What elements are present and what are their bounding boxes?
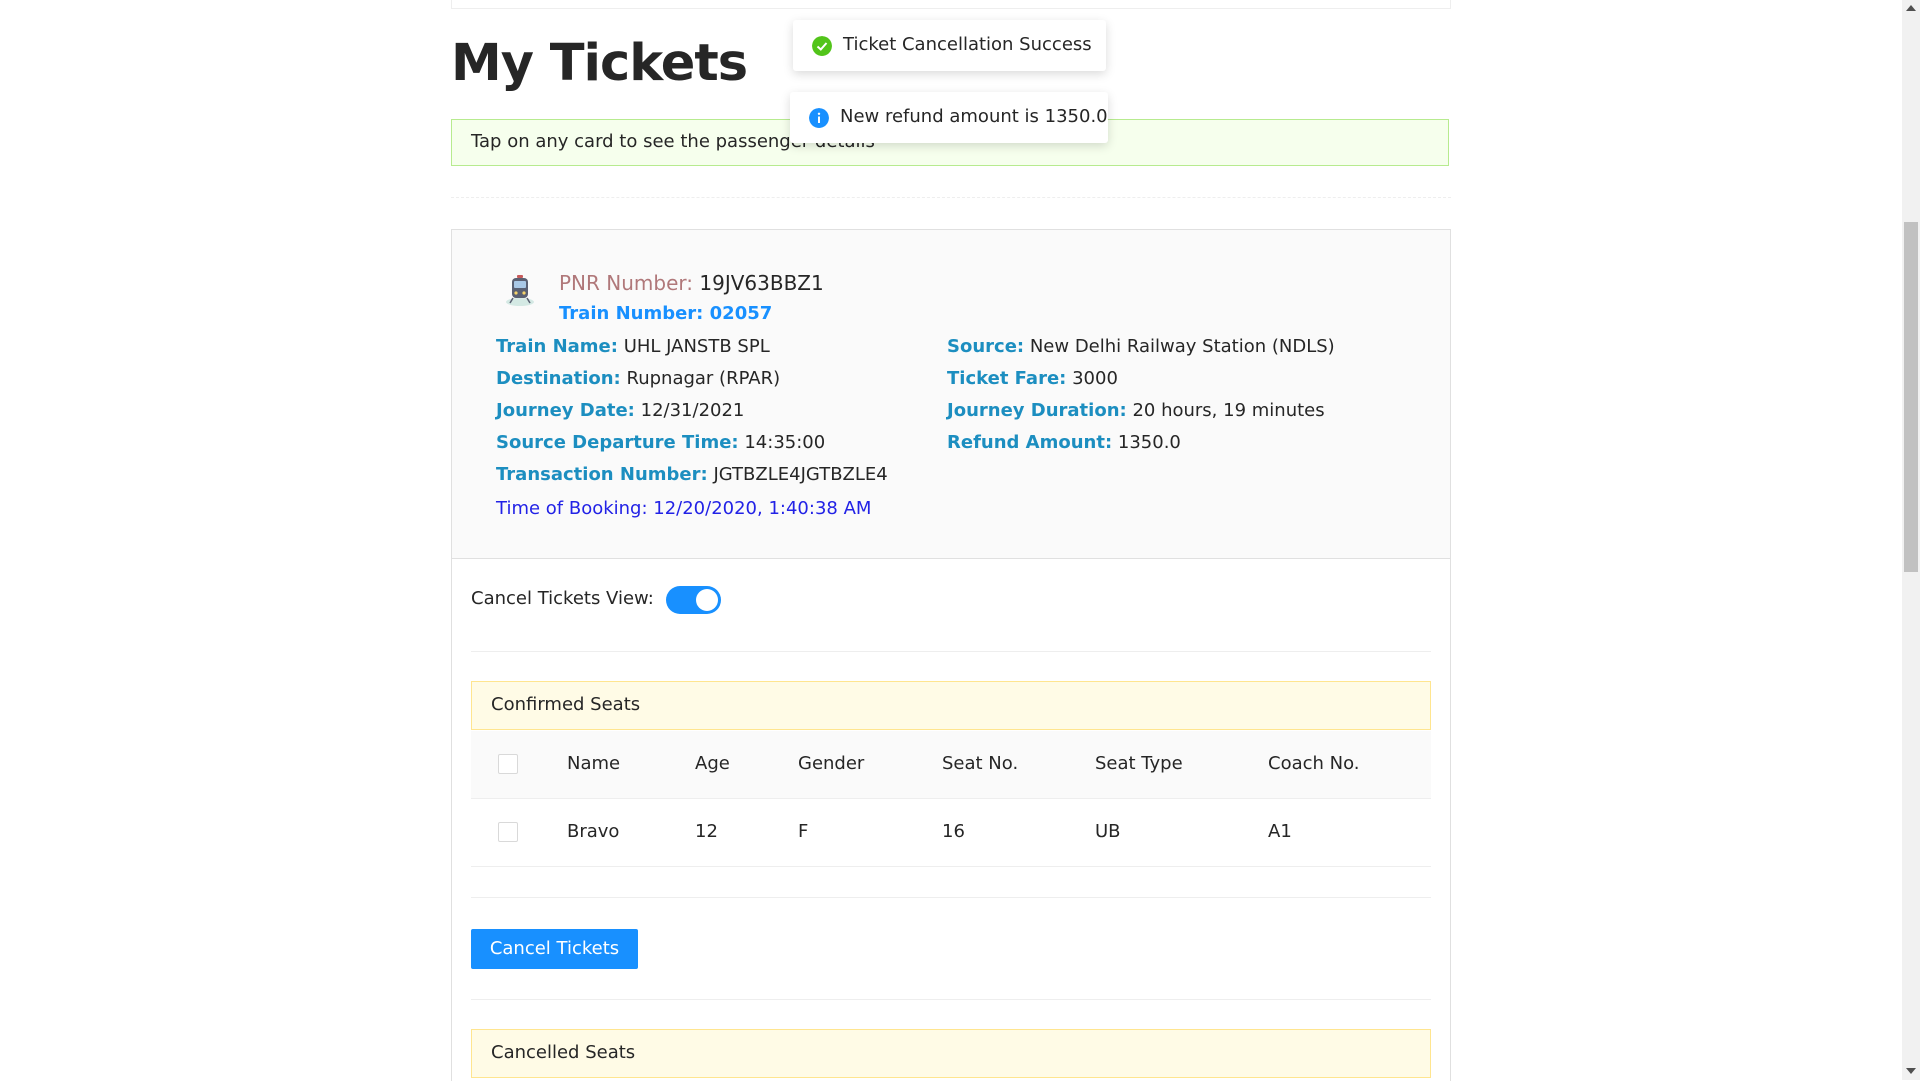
passenger-age: 12 — [695, 821, 718, 842]
column-header-seat-type: Seat Type — [1095, 753, 1183, 774]
cancel-view-label: Cancel Tickets View: — [471, 588, 654, 609]
table-row[interactable]: Bravo 12 F 16 UB A1 — [471, 799, 1431, 867]
check-circle-icon — [812, 35, 832, 56]
field-value: 1350.0 — [1117, 432, 1181, 453]
pnr-value: 19JV63BBZ1 — [699, 271, 824, 295]
scroll-up-arrow-icon[interactable] — [1906, 5, 1916, 11]
column-header-coach-no: Coach No. — [1268, 753, 1360, 774]
confirmed-seats-header: Confirmed Seats — [471, 681, 1431, 730]
cancelled-seats-title: Cancelled Seats — [491, 1042, 636, 1063]
confirmed-seats-title: Confirmed Seats — [491, 694, 641, 715]
divider — [471, 897, 1431, 898]
transaction-number-field: Transaction Number: JGTBZLE4JGTBZLE4 — [496, 464, 888, 485]
cancel-tickets-button[interactable]: Cancel Tickets — [471, 929, 638, 969]
field-value: 12/31/2021 — [640, 400, 745, 421]
cancelled-seats-header: Cancelled Seats — [471, 1029, 1431, 1078]
column-header-name: Name — [567, 753, 621, 774]
passenger-gender: F — [798, 821, 809, 842]
info-toast: New refund amount is 1350.0 — [790, 92, 1108, 143]
train-icon — [506, 275, 534, 306]
pnr-number: PNR Number: 19JV63BBZ1 — [559, 271, 824, 295]
field-label: Journey Duration: — [947, 400, 1127, 421]
divider — [471, 651, 1431, 652]
field-label: Journey Date: — [496, 400, 635, 421]
ticket-card[interactable]: PNR Number: 19JV63BBZ1 Train Number: 020… — [451, 229, 1451, 1081]
field-label: Transaction Number: — [496, 464, 708, 485]
field-value: JGTBZLE4JGTBZLE4 — [713, 464, 888, 485]
toast-message: New refund amount is 1350.0 — [840, 105, 1108, 127]
journey-date-field: Journey Date: 12/31/2021 — [496, 400, 744, 421]
scroll-down-arrow-icon[interactable] — [1906, 1068, 1916, 1074]
section-divider — [451, 197, 1451, 198]
page-title: My Tickets — [451, 34, 748, 93]
table-header: Name Age Gender Seat No. Seat Type Coach… — [471, 731, 1431, 799]
departure-time-field: Source Departure Time: 14:35:00 — [496, 432, 825, 453]
field-label: Source Departure Time: — [496, 432, 739, 453]
column-header-gender: Gender — [798, 753, 865, 774]
column-header-seat-no: Seat No. — [942, 753, 1019, 774]
field-value: New Delhi Railway Station (NDLS) — [1029, 336, 1335, 357]
field-value: 14:35:00 — [744, 432, 826, 453]
field-label: Source: — [947, 336, 1025, 357]
seat-number: 16 — [942, 821, 965, 842]
field-value: Rupnagar (RPAR) — [626, 368, 781, 389]
select-all-checkbox[interactable] — [498, 754, 518, 774]
field-label: Train Name: — [496, 336, 618, 357]
field-label: Ticket Fare: — [947, 368, 1067, 389]
vertical-scrollbar[interactable] — [1902, 0, 1920, 1080]
ticket-card-header[interactable]: PNR Number: 19JV63BBZ1 Train Number: 020… — [452, 230, 1450, 559]
toggle-knob — [696, 589, 718, 611]
field-value: 20 hours, 19 minutes — [1132, 400, 1325, 421]
ticket-fare-field: Ticket Fare: 3000 — [947, 368, 1118, 389]
success-toast: Ticket Cancellation Success — [793, 20, 1106, 71]
divider — [471, 999, 1431, 1000]
train-number: Train Number: 02057 — [559, 303, 773, 324]
refund-amount-field: Refund Amount: 1350.0 — [947, 432, 1181, 453]
field-label: Destination: — [496, 368, 621, 389]
cancel-view-toggle[interactable] — [666, 586, 721, 614]
source-field: Source: New Delhi Railway Station (NDLS) — [947, 336, 1335, 357]
row-checkbox[interactable] — [498, 822, 518, 842]
field-value: UHL JANSTB SPL — [623, 336, 770, 357]
passenger-name: Bravo — [567, 821, 620, 842]
field-value: 3000 — [1072, 368, 1118, 389]
time-of-booking: Time of Booking: 12/20/2020, 1:40:38 AM — [496, 498, 872, 519]
top-divider — [451, 0, 1451, 9]
coach-number: A1 — [1268, 821, 1292, 842]
destination-field: Destination: Rupnagar (RPAR) — [496, 368, 780, 389]
scrollbar-thumb[interactable] — [1904, 222, 1918, 572]
journey-duration-field: Journey Duration: 20 hours, 19 minutes — [947, 400, 1325, 421]
info-circle-icon — [809, 107, 829, 128]
column-header-age: Age — [695, 753, 730, 774]
field-label: Refund Amount: — [947, 432, 1113, 453]
toast-message: Ticket Cancellation Success — [843, 33, 1092, 55]
pnr-label: PNR Number: — [559, 271, 694, 295]
seat-type: UB — [1095, 821, 1121, 842]
train-name-field: Train Name: UHL JANSTB SPL — [496, 336, 770, 357]
